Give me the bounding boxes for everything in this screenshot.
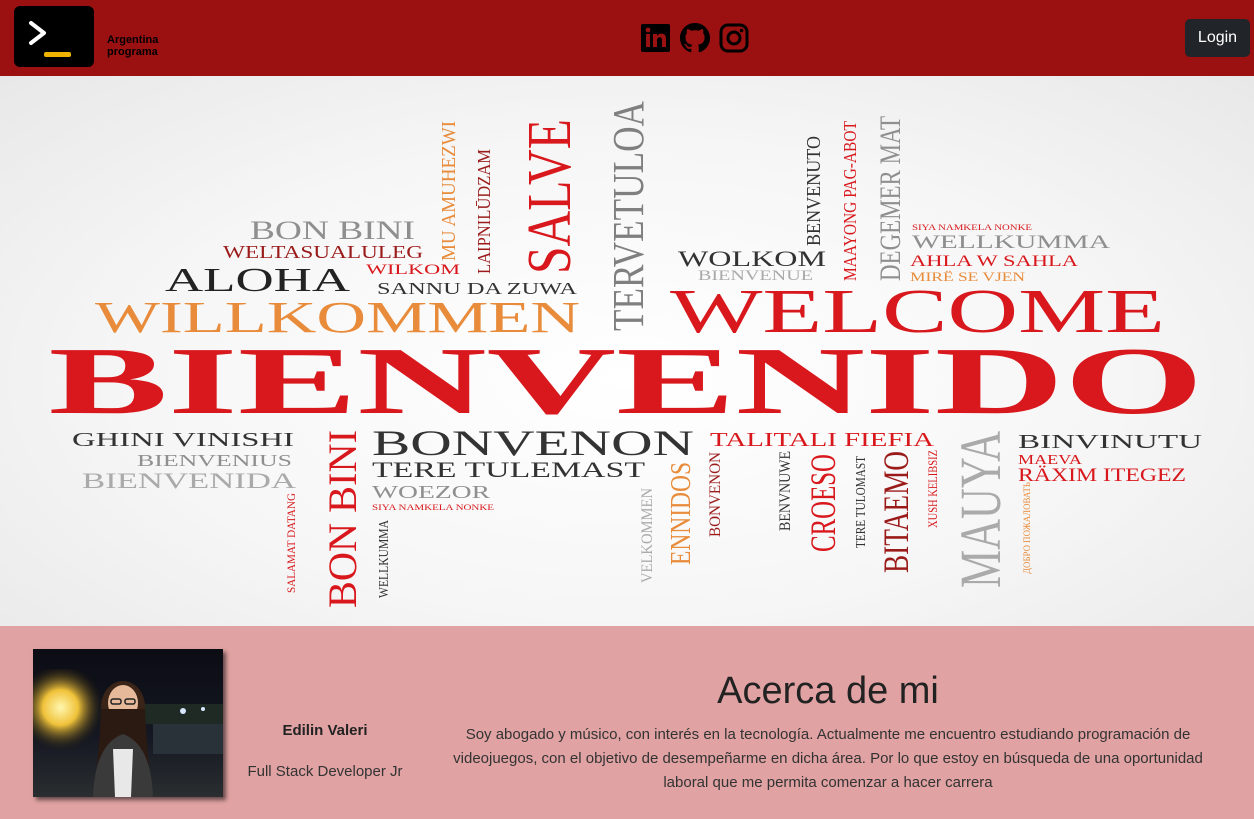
word-ahla: AHLA W SAHLA [910, 253, 1079, 270]
word-salve: SALVE [516, 119, 584, 274]
linkedin-icon [641, 24, 670, 52]
word-bonvenon-vertical: BONVENON [707, 452, 724, 537]
word-aloha: ALOHA [165, 262, 351, 299]
word-weltasualuleg: WELTASUALULEG [223, 242, 423, 262]
word-degemer: DEGEMER MAT [874, 116, 907, 281]
brand-line-2: programa [107, 46, 158, 58]
word-tere-tulemast: TERE TULEMAST [372, 457, 646, 482]
word-mauya: MAUYA [948, 431, 1013, 588]
login-button[interactable]: Login [1185, 19, 1250, 57]
word-binvinutu: BINVINUTU [1018, 431, 1203, 453]
brand-text: Argentina programa [107, 34, 158, 58]
word-wellkumma-vertical: WELLKUMMA [377, 519, 392, 598]
word-laipnildzam: LAIPNILŪDZAM [474, 149, 494, 274]
word-croeso: CROESO [803, 454, 843, 552]
word-tere-tulomast: TERE TULOMAST [854, 456, 869, 548]
word-benvenuto: BENVENUTO [803, 136, 825, 246]
profile-photo [33, 649, 223, 797]
word-woezor: WOEZOR [372, 482, 490, 502]
word-mu-amuhezwi: MU AMUHEZWI [438, 121, 460, 261]
word-ghini: GHINI VINISHI [72, 429, 294, 451]
word-maayong: MAAYONG PAG-ABOT [840, 121, 860, 281]
word-mire: MIRË SE VJEN [910, 269, 1026, 284]
github-link[interactable] [679, 23, 710, 53]
word-dobro-pozhalovat: ДОБРО ПОЖАЛОВАТЬ [1022, 482, 1032, 574]
github-icon [679, 23, 710, 53]
word-bienvenida: BIENVENIDA [82, 468, 296, 493]
word-bienvenue: BIENVENUE [698, 268, 813, 284]
word-bennvenuwe: BENVNUWE [777, 451, 794, 531]
cursor-bar [44, 52, 71, 57]
about-description: Soy abogado y músico, con interés en la … [453, 726, 1203, 791]
profile-role: Full Stack Developer Jr [247, 763, 403, 780]
word-talitali: TALITALI FIEFIA [710, 429, 935, 451]
argentina-programa-logo[interactable] [14, 6, 94, 67]
social-links [640, 23, 749, 53]
word-siyanamkela-2: SIYA NAMKELA NONKE [372, 503, 494, 512]
linkedin-link[interactable] [640, 23, 671, 53]
profile-name: Edilin Valeri [282, 722, 368, 739]
about-title: Acerca de mi [717, 670, 939, 712]
about-section: Edilin Valeri Full Stack Developer Jr Ac… [0, 626, 1254, 819]
word-xush: XUSH KELIBSIZ [925, 450, 940, 528]
brand-line-1: Argentina [107, 34, 159, 46]
word-bon-bini-vertical: BON BINI [320, 430, 365, 608]
instagram-icon [719, 23, 748, 53]
word-tervetuloa: TERVETULOA [604, 101, 653, 331]
terminal-prompt-icon [29, 21, 46, 45]
word-sannu: SANNU DA ZUWA [377, 279, 578, 298]
word-wellkumma: WELLKUMMA [912, 232, 1110, 253]
word-velkommen: VELKOMMEN [639, 488, 656, 583]
word-wilkom: WILKOM [366, 262, 460, 278]
word-ennidos: ENNIDOS [666, 462, 697, 565]
word-bitaemo: BITAEMO [876, 451, 916, 573]
instagram-link[interactable] [718, 23, 749, 53]
word-salamat: SALAMAT DATANG [284, 493, 298, 593]
navbar: Argentina programa Login [0, 0, 1254, 76]
word-raxim: RÄXIM ITEGEZ [1018, 465, 1186, 486]
word-welcome: WELCOME [670, 278, 1165, 346]
hero-banner: BIENVENIDO WELCOME WILLKOMMEN ALOHA BON … [0, 76, 1254, 626]
welcome-word-cloud: BIENVENIDO WELCOME WILLKOMMEN ALOHA BON … [49, 101, 1204, 608]
word-siyanamkela: SIYA NAMKELA NONKE [912, 223, 1032, 232]
profile-photo-image [33, 649, 223, 797]
word-willkommen: WILLKOMMEN [95, 293, 580, 342]
word-bon-bini: BON BINI [250, 216, 415, 245]
